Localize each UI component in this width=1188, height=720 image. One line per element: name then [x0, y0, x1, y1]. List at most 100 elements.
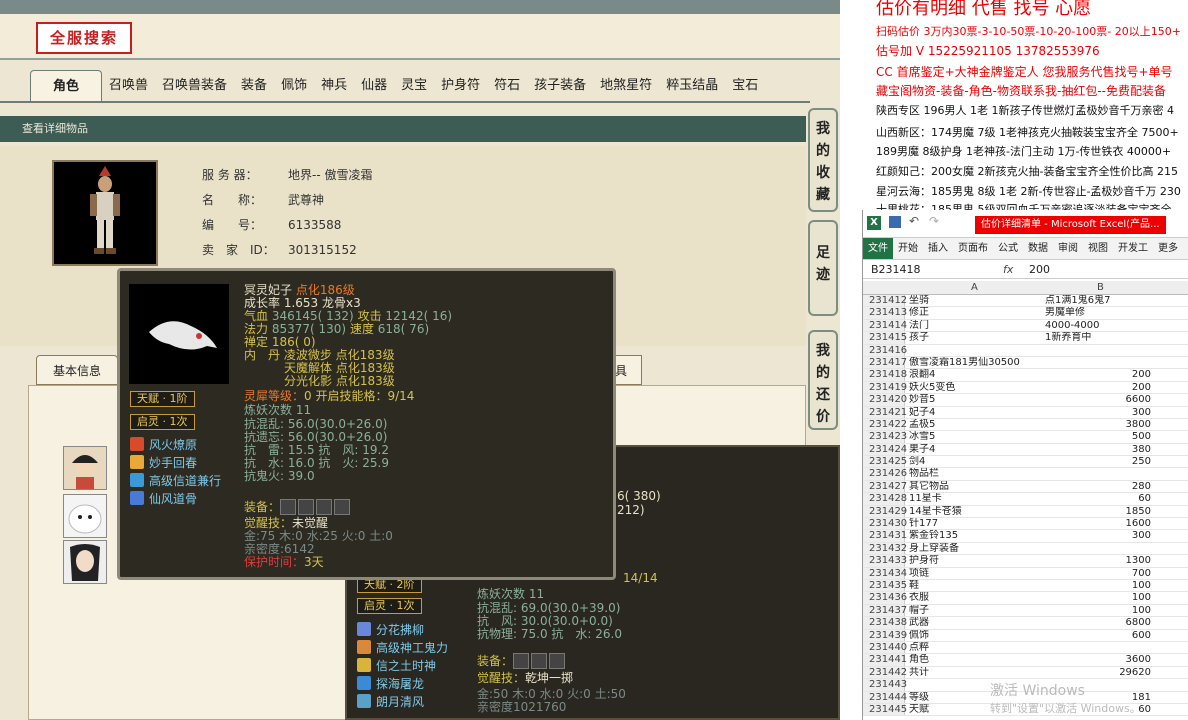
cell-a[interactable]: 项链	[905, 568, 1045, 579]
cell-b[interactable]: 200	[1045, 382, 1157, 393]
cell-b[interactable]: 60	[1045, 493, 1157, 504]
sheet-row[interactable]: 231429 14星卡苍猿 1850	[863, 505, 1188, 519]
sheet-row[interactable]: 231415 孩子 1新养育中	[863, 332, 1188, 345]
sheet-row[interactable]: 231427 其它物品 280	[863, 480, 1188, 494]
cell-a[interactable]: 傲雪凌霜181男仙30500	[905, 357, 1045, 368]
cell-a[interactable]: 冰雪5	[905, 431, 1045, 442]
cell-b[interactable]: 1300	[1045, 555, 1157, 566]
row-number[interactable]: 231430	[863, 518, 907, 530]
sheet-row[interactable]: 231422 孟极5 3800	[863, 418, 1188, 432]
row-number[interactable]: 231441	[863, 654, 907, 666]
ribbon-tab-formula[interactable]: 公式	[993, 238, 1023, 259]
cell-b[interactable]: 1850	[1045, 506, 1157, 517]
row-number[interactable]: 231431	[863, 530, 907, 542]
sheet-row[interactable]: 231416	[863, 344, 1188, 357]
sheet-row[interactable]: 231436 衣服 100	[863, 592, 1188, 605]
cell-a[interactable]: 针177	[905, 518, 1045, 529]
row-number[interactable]: 231444	[863, 691, 907, 703]
row-number[interactable]: 231432	[863, 542, 907, 555]
cell-a[interactable]: 共计	[905, 667, 1045, 678]
ribbon-tab-layout[interactable]: 页面布	[953, 238, 993, 259]
sheet-row[interactable]: 231441 角色 3600	[863, 654, 1188, 667]
cell-a[interactable]: 果子4	[905, 444, 1045, 455]
sheet-row[interactable]: 231425 剑4 250	[863, 456, 1188, 469]
server-search-button[interactable]: 全服搜索	[36, 22, 132, 54]
sheet-row[interactable]: 231439 佩饰 600	[863, 629, 1188, 642]
cell-a[interactable]: 孟极5	[905, 419, 1045, 430]
row-number[interactable]: 231429	[863, 505, 907, 518]
row-number[interactable]: 231439	[863, 629, 907, 641]
ribbon-tab-developer[interactable]: 开发工	[1113, 238, 1153, 259]
pet-avatar-1[interactable]	[63, 446, 107, 490]
ribbon-tab-insert[interactable]: 插入	[923, 238, 953, 259]
cell-b[interactable]	[1045, 642, 1157, 653]
tab-tools[interactable]: 具	[612, 355, 642, 385]
cell-b[interactable]: 300	[1045, 407, 1157, 418]
row-number[interactable]: 231412	[863, 295, 907, 307]
sheet-row[interactable]: 231419 妖火5变色 200	[863, 381, 1188, 395]
cell-a[interactable]: 坐骑	[905, 295, 1045, 306]
sheet-row[interactable]: 231424 果子4 380	[863, 443, 1188, 457]
tab-child-equip[interactable]: 孩子装备	[527, 70, 593, 102]
sheet-row[interactable]: 231412 坐骑 点1满1鬼6鬼7	[863, 295, 1188, 308]
equip-slot-icon[interactable]	[549, 653, 566, 669]
sheet-row[interactable]: 231417 傲雪凌霜181男仙30500	[863, 356, 1188, 370]
cell-a[interactable]: 其它物品	[905, 481, 1045, 492]
skill-item[interactable]: 探海屠龙	[357, 675, 424, 692]
cell-a[interactable]	[905, 345, 1045, 356]
sheet-row[interactable]: 231413 修正 男魔单修	[863, 307, 1188, 320]
tab-divine-weapon[interactable]: 神兵	[314, 70, 354, 102]
row-number[interactable]: 231427	[863, 480, 907, 493]
ribbon-tab-file[interactable]: 文件	[863, 238, 893, 259]
cell-b[interactable]: 380	[1045, 444, 1157, 455]
side-tab-history[interactable]: 足迹	[808, 220, 838, 316]
row-number[interactable]: 231428	[863, 493, 907, 505]
sheet-row[interactable]: 231421 妃子4 300	[863, 406, 1188, 419]
ribbon-tab-review[interactable]: 审阅	[1053, 238, 1083, 259]
equip-slot-icon[interactable]	[531, 653, 548, 669]
sheet-row[interactable]: 231428 11星卡 60	[863, 493, 1188, 506]
column-a-header[interactable]: A	[971, 281, 978, 295]
sheet-row[interactable]: 231414 法门 4000-4000	[863, 319, 1188, 333]
side-tab-favorites[interactable]: 我的收藏	[808, 108, 838, 212]
cell-b[interactable]	[1045, 357, 1157, 368]
cell-b[interactable]: 6600	[1045, 394, 1157, 405]
row-number[interactable]: 231433	[863, 555, 907, 567]
row-number[interactable]: 231445	[863, 703, 907, 716]
ribbon-tab-more[interactable]: 更多	[1153, 238, 1183, 259]
sheet-row[interactable]: 231438 武器 6800	[863, 617, 1188, 630]
cell-a[interactable]: 鞋	[905, 580, 1045, 591]
cell-a[interactable]: 点粹	[905, 642, 1045, 653]
row-number[interactable]: 231423	[863, 431, 907, 443]
cell-b[interactable]: 3800	[1045, 419, 1157, 430]
cell-a[interactable]: 武器	[905, 617, 1045, 628]
tab-star-talisman[interactable]: 地煞星符	[593, 70, 659, 102]
cell-b[interactable]: 1新养育中	[1045, 332, 1157, 343]
cell-a[interactable]: 孩子	[905, 332, 1045, 343]
equip-slot-icon[interactable]	[280, 499, 297, 515]
tab-summon[interactable]: 召唤兽	[102, 70, 155, 102]
cell-a[interactable]: 妃子4	[905, 407, 1045, 418]
sheet-row[interactable]: 231434 项链 700	[863, 567, 1188, 580]
cell-a[interactable]: 身上穿装备	[905, 543, 1045, 554]
cell-a[interactable]: 妙音5	[905, 394, 1045, 405]
cell-a[interactable]: 剑4	[905, 456, 1045, 467]
row-number[interactable]: 231418	[863, 369, 907, 381]
equip-slot-icon[interactable]	[513, 653, 530, 669]
pet-avatar-2[interactable]	[63, 494, 107, 538]
cell-b[interactable]: 100	[1045, 580, 1157, 591]
cell-a[interactable]: 帽子	[905, 605, 1045, 616]
cell-b[interactable]: 100	[1045, 592, 1157, 603]
redo-icon[interactable]: ↷	[929, 214, 939, 228]
skill-item[interactable]: 分花拂柳	[357, 621, 424, 638]
sheet-row[interactable]: 231442 共计 29620	[863, 666, 1188, 680]
row-number[interactable]: 231413	[863, 307, 907, 319]
equip-slot-icon[interactable]	[334, 499, 351, 515]
skill-item[interactable]: 高级神工鬼力	[357, 639, 448, 656]
cell-a[interactable]: 法门	[905, 320, 1045, 331]
equip-slot-icon[interactable]	[298, 499, 315, 515]
tab-basic-info[interactable]: 基本信息	[36, 355, 118, 385]
row-number[interactable]: 231437	[863, 604, 907, 617]
cell-b[interactable]: 600	[1045, 630, 1157, 641]
row-number[interactable]: 231442	[863, 666, 907, 679]
